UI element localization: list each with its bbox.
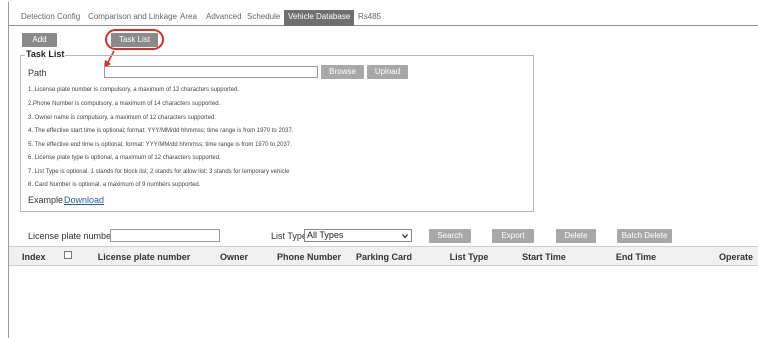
note-3: 3. Owner name is compulsory, a maximum o… xyxy=(28,115,216,121)
tab-comparison-and-linkage[interactable]: Comparison and Linkage xyxy=(88,11,177,23)
list-type-label: List Type xyxy=(271,231,307,241)
tab-rs485[interactable]: Rs485 xyxy=(358,11,381,23)
chevron-down-icon xyxy=(402,234,408,239)
note-7: 7. List Type is optional. 1 stands for b… xyxy=(28,169,290,175)
task-list-legend: Task List xyxy=(25,49,66,59)
annotation-highlight-circle xyxy=(105,29,164,50)
upload-button[interactable]: Upload xyxy=(367,65,408,79)
header-license-plate: License plate number xyxy=(97,252,191,262)
export-button[interactable]: Export xyxy=(492,229,534,243)
path-input[interactable] xyxy=(104,66,318,78)
tab-advanced[interactable]: Advanced xyxy=(206,11,242,23)
tab-area[interactable]: Area xyxy=(180,11,197,23)
note-5: 5. The effective end time is optional; f… xyxy=(28,142,292,148)
header-operate: Operate xyxy=(718,252,753,262)
tab-vehicle-database[interactable]: Vehicle Database xyxy=(284,10,355,26)
header-owner: Owner xyxy=(219,252,248,262)
tab-detection-config[interactable]: Detection Config xyxy=(21,11,80,23)
list-type-select[interactable]: All Types xyxy=(304,229,412,242)
header-phone-number: Phone Number xyxy=(276,252,341,262)
header-index: Index xyxy=(22,252,46,262)
header-start-time: Start Time xyxy=(522,252,566,262)
note-6: 6. License plate type is optional, a max… xyxy=(28,155,221,161)
example-label: Example xyxy=(28,195,64,205)
license-plate-label: License plate number xyxy=(28,231,115,241)
path-label: Path xyxy=(28,68,47,78)
header-parking-card: Parking Card xyxy=(355,252,413,262)
header-list-type: List Type xyxy=(449,252,489,262)
note-8: 8. Card Number is optional, a maximum of… xyxy=(28,182,201,188)
tab-schedule[interactable]: Schedule xyxy=(247,11,280,23)
note-2: 2.Phone Number is compulsory, a maximum … xyxy=(28,101,221,107)
license-plate-search-input[interactable] xyxy=(110,229,220,242)
delete-button[interactable]: Delete xyxy=(556,229,596,243)
select-all-checkbox[interactable] xyxy=(64,251,72,259)
note-4: 4. The effective start time is optional;… xyxy=(28,128,294,134)
download-link[interactable]: Download xyxy=(64,195,104,205)
browse-button[interactable]: Browse xyxy=(321,65,364,79)
table-header: Index License plate number Owner Phone N… xyxy=(9,246,758,266)
add-button[interactable]: Add xyxy=(22,33,57,47)
note-1: 1. License plate number is compulsory, a… xyxy=(28,87,239,93)
header-end-time: End Time xyxy=(615,252,657,262)
search-button[interactable]: Search xyxy=(429,229,471,243)
tab-bar: Detection Config Comparison and Linkage … xyxy=(9,9,758,26)
batch-delete-button[interactable]: Batch Delete xyxy=(617,229,672,243)
list-type-selected-value: All Types xyxy=(307,230,344,240)
